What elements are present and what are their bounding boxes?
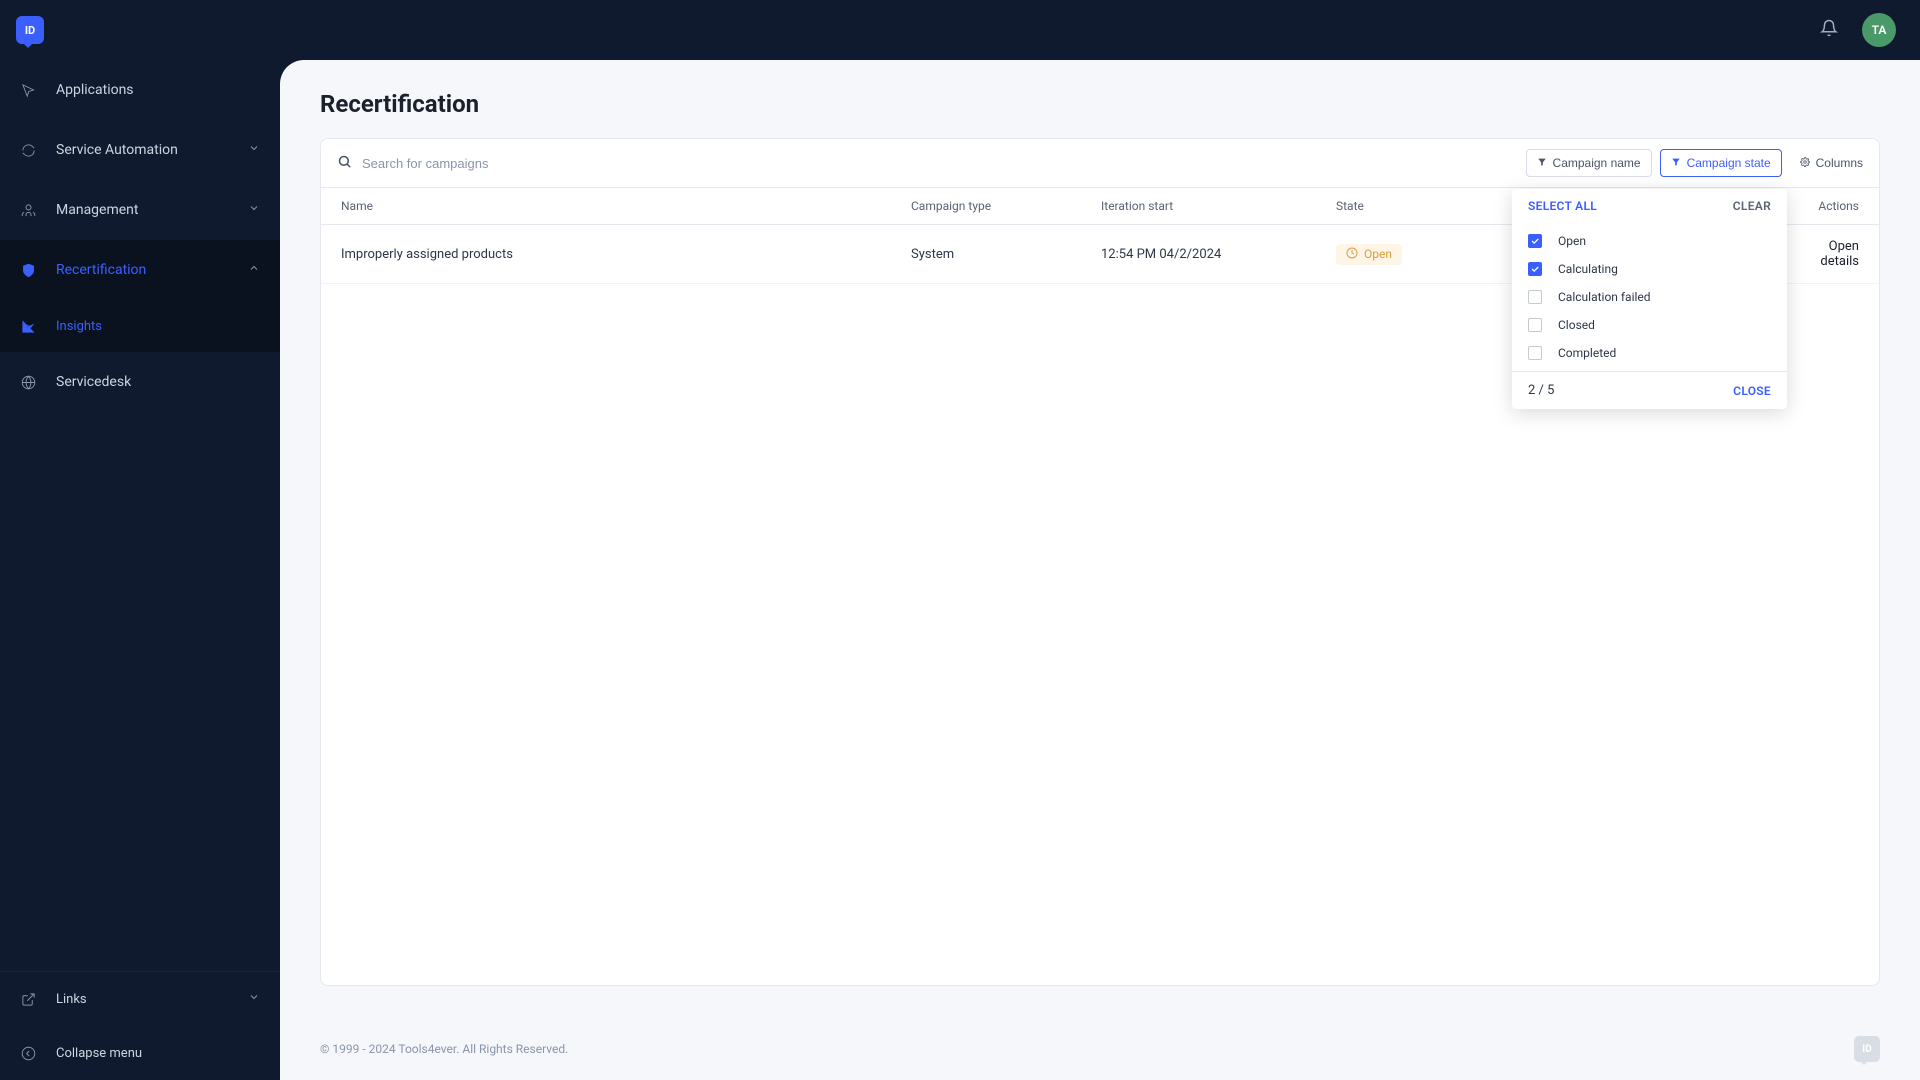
option-label: Calculating — [1558, 262, 1618, 276]
state-option-calculating[interactable]: Calculating — [1512, 255, 1787, 283]
sidebar: Applications Service Automation Manageme… — [0, 60, 280, 1080]
state-option-completed[interactable]: Completed — [1512, 339, 1787, 367]
cell-name: Improperly assigned products — [341, 247, 911, 262]
chevron-up-icon — [248, 262, 260, 278]
filter-count: 2 / 5 — [1528, 383, 1554, 398]
footer-logo: ID — [1854, 1036, 1880, 1062]
cursor-icon — [20, 82, 36, 98]
chevron-down-icon — [248, 142, 260, 158]
sidebar-item-label: Recertification — [56, 262, 228, 278]
columns-label: Columns — [1816, 156, 1863, 170]
chart-icon — [20, 318, 36, 334]
option-label: Completed — [1558, 346, 1616, 360]
external-link-icon — [20, 991, 36, 1007]
open-details-link[interactable]: Open details — [1820, 239, 1859, 269]
search-icon — [337, 154, 352, 173]
state-option-closed[interactable]: Closed — [1512, 311, 1787, 339]
cell-actions: Open details — [1806, 239, 1859, 269]
sidebar-item-label: Service Automation — [56, 142, 228, 158]
filter-campaign-state-button[interactable]: Campaign state — [1660, 149, 1782, 177]
checkbox-icon — [1528, 346, 1542, 360]
sidebar-item-label: Collapse menu — [56, 1046, 260, 1061]
globe-icon — [20, 374, 36, 390]
cell-type: System — [911, 247, 1101, 262]
column-header-type[interactable]: Campaign type — [911, 199, 1101, 213]
collapse-menu-button[interactable]: Collapse menu — [0, 1026, 280, 1080]
sidebar-item-links[interactable]: Links — [0, 972, 280, 1026]
sidebar-item-servicedesk[interactable]: Servicedesk — [0, 352, 280, 412]
select-all-button[interactable]: SELECT ALL — [1528, 199, 1597, 213]
users-icon — [20, 202, 36, 218]
refresh-icon — [20, 142, 36, 158]
user-avatar[interactable]: TA — [1862, 13, 1896, 47]
checkbox-icon — [1528, 234, 1542, 248]
option-label: Calculation failed — [1558, 290, 1651, 304]
sidebar-item-label: Applications — [56, 82, 260, 98]
sidebar-item-label: Servicedesk — [56, 374, 260, 390]
copyright-text: © 1999 - 2024 Tools4ever. All Rights Res… — [320, 1042, 568, 1056]
cell-iteration: 12:54 PM 04/2/2024 — [1101, 247, 1336, 262]
option-label: Open — [1558, 234, 1586, 248]
search-input[interactable] — [362, 156, 1518, 171]
filter-label: Campaign state — [1687, 156, 1771, 170]
campaigns-card: Campaign name Campaign state Columns — [320, 138, 1880, 986]
sidebar-item-management[interactable]: Management — [0, 180, 280, 240]
sidebar-item-insights[interactable]: Insights — [0, 300, 280, 352]
column-header-name[interactable]: Name — [341, 199, 911, 213]
column-header-iteration[interactable]: Iteration start — [1101, 199, 1336, 213]
shield-icon — [20, 262, 36, 278]
checkbox-icon — [1528, 318, 1542, 332]
page-title: Recertification — [320, 90, 1880, 118]
checkbox-icon — [1528, 290, 1542, 304]
filter-campaign-name-button[interactable]: Campaign name — [1526, 149, 1652, 177]
state-option-open[interactable]: Open — [1512, 227, 1787, 255]
sidebar-item-label: Insights — [56, 319, 260, 334]
filter-label: Campaign name — [1553, 156, 1641, 170]
filter-icon — [1537, 156, 1547, 170]
sidebar-item-applications[interactable]: Applications — [0, 60, 280, 120]
option-label: Closed — [1558, 318, 1595, 332]
checkbox-icon — [1528, 262, 1542, 276]
footer: © 1999 - 2024 Tools4ever. All Rights Res… — [280, 1018, 1920, 1080]
main-content: Recertification Campaign name — [280, 60, 1920, 1080]
badge-text: Open — [1364, 247, 1392, 261]
toolbar: Campaign name Campaign state Columns — [321, 139, 1879, 188]
close-dropdown-button[interactable]: CLOSE — [1733, 384, 1771, 398]
sidebar-item-label: Links — [56, 992, 228, 1007]
gear-icon — [1800, 156, 1810, 170]
top-header: ID TA — [0, 0, 1920, 60]
chevron-down-icon — [248, 991, 260, 1007]
column-header-actions: Actions — [1806, 199, 1859, 213]
clock-icon — [1346, 247, 1358, 262]
sidebar-item-recertification[interactable]: Recertification — [0, 240, 280, 300]
collapse-icon — [20, 1045, 36, 1061]
filter-icon — [1671, 156, 1681, 170]
state-option-calculation-failed[interactable]: Calculation failed — [1512, 283, 1787, 311]
campaign-state-dropdown: SELECT ALL CLEAR Open Calculating — [1512, 189, 1787, 409]
status-badge: Open — [1336, 244, 1402, 265]
columns-button[interactable]: Columns — [1790, 150, 1863, 176]
notifications-icon[interactable] — [1820, 19, 1838, 41]
chevron-down-icon — [248, 202, 260, 218]
sidebar-item-label: Management — [56, 202, 228, 218]
sidebar-item-service-automation[interactable]: Service Automation — [0, 120, 280, 180]
clear-button[interactable]: CLEAR — [1733, 199, 1771, 213]
app-logo[interactable]: ID — [16, 16, 44, 44]
